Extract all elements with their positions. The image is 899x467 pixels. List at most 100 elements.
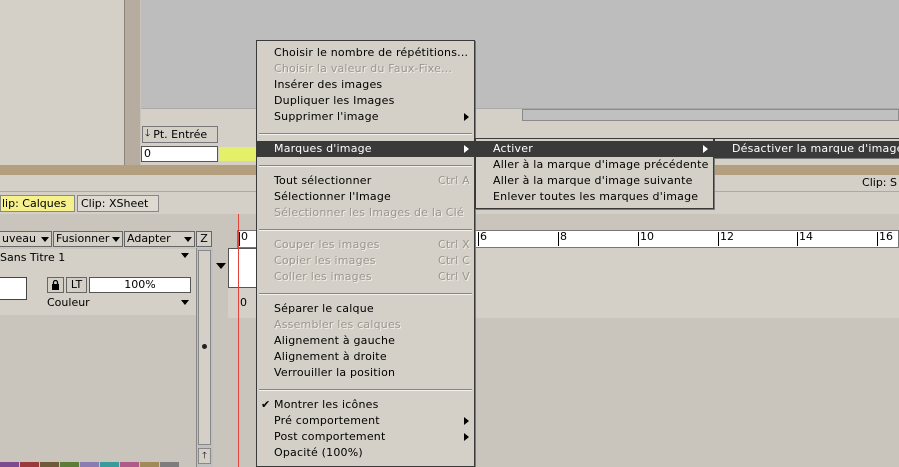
dropdown-label: uveau — [2, 232, 36, 245]
pt-entree-input[interactable]: 0 — [141, 146, 218, 162]
ruler-tick: 14 — [797, 231, 813, 246]
checkmark-icon: ✔ — [261, 398, 271, 411]
menu-item-label: Activer — [493, 142, 533, 155]
layer-name[interactable]: Sans Titre 1 — [0, 251, 65, 264]
arrow-up-icon: 🡑 — [202, 451, 207, 461]
menu-item-supprimer-image[interactable]: Supprimer l'image — [257, 109, 474, 125]
arrow-down-icon: 🡓 — [145, 128, 151, 139]
menu-item-label: Alignement à gauche — [274, 334, 396, 347]
menu-item-opacite[interactable]: Opacité (100%) — [257, 445, 474, 461]
expand-arrow-icon[interactable] — [216, 263, 226, 269]
menu-shortcut: Ctrl X — [438, 238, 470, 251]
lt-button[interactable]: LT — [66, 277, 87, 293]
swatch[interactable] — [100, 462, 119, 467]
menu-item-label: Aller à la marque d'image suivante — [493, 174, 693, 187]
scroll-up-button[interactable]: 🡑 — [198, 448, 211, 464]
menu-separator — [259, 133, 472, 135]
menu-item-desactiver-marque[interactable]: Désactiver la marque d'image — [715, 141, 899, 157]
menu-item-enlever-marques[interactable]: Enlever toutes les marques d'image — [476, 189, 713, 205]
lock-icon — [52, 280, 59, 290]
menu-item-label: Désactiver la marque d'image — [732, 142, 899, 155]
menu-item-label: Assembler les calques — [274, 318, 401, 331]
panel-splitter[interactable] — [124, 0, 140, 165]
menu-item-copier-images: Copier les images Ctrl C — [257, 253, 474, 269]
submenu-arrow-icon — [464, 417, 469, 425]
menu-item-label: Marques d'image — [274, 142, 372, 155]
menu-item-marques-image[interactable]: Marques d'image — [257, 141, 474, 157]
chevron-down-icon[interactable] — [181, 253, 189, 258]
z-button[interactable]: Z — [196, 231, 212, 247]
menu-item-activer[interactable]: Activer — [476, 141, 713, 157]
submenu-arrow-icon — [703, 145, 708, 153]
menu-item-label: Enlever toutes les marques d'image — [493, 190, 699, 203]
menu-item-coller-images: Coller les images Ctrl V — [257, 269, 474, 285]
menu-item-inserer-images[interactable]: Insérer des images — [257, 77, 474, 93]
submenu-arrow-icon — [464, 113, 469, 121]
range-indicator — [219, 147, 259, 161]
ruler-tick: 8 — [558, 231, 567, 246]
menu-item-alignement-gauche[interactable]: Alignement à gauche — [257, 333, 474, 349]
menu-item-montrer-icones[interactable]: ✔ Montrer les icônes — [257, 397, 474, 413]
swatch[interactable] — [120, 462, 139, 467]
swatch[interactable] — [40, 462, 59, 467]
tab-xsheet[interactable]: Clip: XSheet — [77, 195, 159, 212]
menu-item-selectionner-image[interactable]: Sélectionner l'Image — [257, 189, 474, 205]
menu-item-label: Coller les images — [274, 270, 372, 283]
ruler-tick: 10 — [638, 231, 654, 246]
tab-calques[interactable]: lip: Calques — [0, 195, 75, 212]
menu-item-label: Sélectionner l'Image — [274, 190, 391, 203]
menu-item-marque-precedente[interactable]: Aller à la marque d'image précédente — [476, 157, 713, 173]
context-menu: Choisir le nombre de répétitions... Choi… — [256, 40, 475, 467]
viewer-scrollbar[interactable] — [522, 109, 899, 121]
menu-item-alignement-droite[interactable]: Alignement à droite — [257, 349, 474, 365]
dropdown-label: Fusionner — [56, 232, 110, 245]
menu-item-label: Aller à la marque d'image précédente — [493, 158, 709, 171]
menu-item-label: Insérer des images — [274, 78, 383, 91]
layer-color-box[interactable] — [0, 277, 27, 300]
ruler-tick: 0 — [239, 231, 248, 246]
swatch[interactable] — [0, 462, 19, 467]
menu-item-choisir-repetitions[interactable]: Choisir le nombre de répétitions... — [257, 45, 474, 61]
menu-item-dupliquer-images[interactable]: Dupliquer les Images — [257, 93, 474, 109]
menu-item-pre-comportement[interactable]: Pré comportement — [257, 413, 474, 429]
pt-entree-button[interactable]: 🡓 Pt. Entrée — [142, 126, 218, 143]
menu-separator — [259, 389, 472, 391]
adapter-dropdown[interactable]: Adapter — [124, 231, 195, 247]
menu-item-label: Alignement à droite — [274, 350, 387, 363]
menu-separator — [259, 293, 472, 295]
menu-item-tout-selectionner[interactable]: Tout sélectionner Ctrl A — [257, 173, 474, 189]
pt-entree-label: Pt. Entrée — [153, 128, 208, 141]
opacity-field[interactable]: 100% — [89, 277, 191, 293]
menu-item-label: Tout sélectionner — [274, 174, 372, 187]
menu-item-separer-calque[interactable]: Séparer le calque — [257, 301, 474, 317]
menu-item-marque-suivante[interactable]: Aller à la marque d'image suivante — [476, 173, 713, 189]
menu-item-label: Choisir le nombre de répétitions... — [274, 46, 469, 59]
lock-button[interactable] — [47, 277, 64, 293]
chevron-down-icon[interactable] — [181, 300, 189, 305]
menu-item-label: Montrer les icônes — [274, 398, 379, 411]
menu-item-label: Séparer le calque — [274, 302, 374, 315]
menu-item-label: Couper les images — [274, 238, 380, 251]
menu-item-post-comportement[interactable]: Post comportement — [257, 429, 474, 445]
swatch[interactable] — [60, 462, 79, 467]
menu-shortcut: Ctrl C — [438, 254, 470, 267]
swatch[interactable] — [80, 462, 99, 467]
nouveau-dropdown[interactable]: uveau — [0, 231, 52, 247]
swatch[interactable] — [140, 462, 159, 467]
chevron-down-icon — [112, 237, 120, 242]
mode-dropdown-label[interactable]: Couleur — [47, 296, 90, 309]
menu-item-label: Dupliquer les Images — [274, 94, 395, 107]
menu-item-label: Post comportement — [274, 430, 386, 443]
menu-item-faux-fixe: Choisir la valeur du Faux-Fixe... — [257, 61, 474, 77]
frame-thumbnail[interactable] — [228, 248, 258, 288]
grip-icon — [202, 344, 207, 349]
ruler-tick: 12 — [718, 231, 734, 246]
menu-item-verrouiller-position[interactable]: Verrouiller la position — [257, 365, 474, 381]
submenu-arrow-icon — [464, 433, 469, 441]
fusionner-dropdown[interactable]: Fusionner — [53, 231, 123, 247]
menu-item-assembler-calques: Assembler les calques — [257, 317, 474, 333]
menu-item-label: Opacité (100%) — [274, 446, 363, 459]
swatch[interactable] — [20, 462, 39, 467]
swatch[interactable] — [160, 462, 179, 467]
playhead[interactable] — [238, 214, 239, 467]
